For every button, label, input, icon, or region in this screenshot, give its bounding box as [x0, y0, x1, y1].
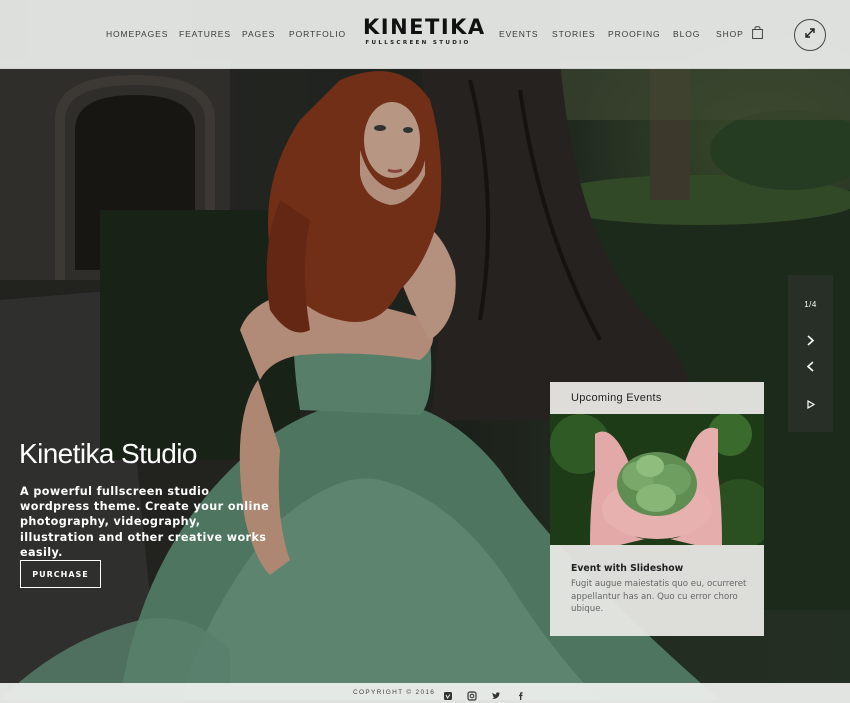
chevron-right-icon[interactable] — [803, 333, 818, 348]
event-description: Fugit augue maiestatis quo eu, ocurreret… — [571, 579, 747, 614]
vimeo-icon[interactable] — [443, 688, 453, 700]
nav-item-features[interactable]: FEATURES — [179, 29, 231, 39]
slider-controls: 1/4 — [788, 275, 833, 432]
play-icon[interactable] — [803, 397, 818, 412]
twitter-icon[interactable] — [491, 688, 501, 699]
site-logo[interactable]: KINETIKA FULLSCREEN STUDIO — [363, 15, 486, 46]
site-footer: COPYRIGHT © 2016 — [0, 683, 850, 703]
nav-item-events[interactable]: EVENTS — [499, 29, 538, 39]
event-title[interactable]: Event with Slideshow — [571, 563, 683, 574]
purchase-button[interactable]: PURCHASE — [20, 560, 101, 588]
nav-item-shop[interactable]: SHOP — [716, 29, 744, 39]
nav-item-blog[interactable]: BLOG — [673, 29, 700, 39]
instagram-icon[interactable] — [467, 688, 477, 701]
nav-item-pages[interactable]: PAGES — [242, 29, 275, 39]
site-header: HOMEPAGES FEATURES PAGES PORTFOLIO KINET… — [0, 0, 850, 69]
copyright-text: COPYRIGHT © 2016 — [353, 689, 436, 696]
hero-title: Kinetika Studio — [19, 438, 197, 469]
nav-item-proofing[interactable]: PROOFING — [608, 29, 661, 39]
nav-item-stories[interactable]: STORIES — [552, 29, 595, 39]
upcoming-events-card: Upcoming Events Event with Slideshow Fug… — [550, 382, 764, 636]
chevron-left-icon[interactable] — [803, 359, 818, 374]
logo-subtitle: FULLSCREEN STUDIO — [365, 40, 471, 46]
events-card-heading: Upcoming Events — [571, 392, 662, 404]
nav-item-portfolio[interactable]: PORTFOLIO — [289, 29, 346, 39]
event-details: Event with Slideshow Fugit augue maiesta… — [550, 545, 764, 636]
hero-description: A powerful fullscreen studio wordpress t… — [20, 485, 270, 559]
event-thumbnail[interactable] — [550, 414, 764, 545]
events-card-header: Upcoming Events — [550, 382, 764, 414]
facebook-icon[interactable] — [516, 688, 526, 700]
fullscreen-button[interactable] — [794, 19, 826, 51]
slide-counter: 1/4 — [804, 300, 817, 309]
shopping-bag-icon[interactable] — [752, 26, 763, 39]
expand-arrows-icon — [804, 26, 816, 44]
logo-title: KINETIKA — [363, 15, 486, 39]
nav-item-homepages[interactable]: HOMEPAGES — [106, 29, 168, 39]
